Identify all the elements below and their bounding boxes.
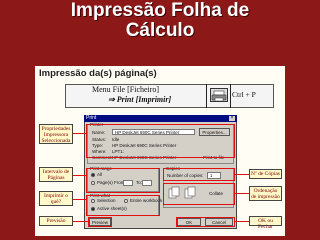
connector-line <box>73 175 86 176</box>
close-icon[interactable]: × <box>229 116 235 121</box>
slide-title-line1: Impressão Folha de <box>70 0 250 21</box>
callout-preview: Previsão <box>39 216 73 226</box>
connector-line <box>235 174 249 175</box>
menu-print-item[interactable]: ⇒ Print [Imprimir] <box>108 95 171 104</box>
dialog-titlebar <box>84 115 237 122</box>
callout-range: Intervalo de Páginas <box>39 167 73 182</box>
dialog-title: Print <box>86 115 97 121</box>
slide-title-line2: Cálculo <box>125 20 195 41</box>
slide-title: Impressão Folha de Cálculo <box>0 1 320 41</box>
connector-line <box>73 199 86 200</box>
connector-line <box>235 221 249 222</box>
printer-icon[interactable] <box>210 88 228 102</box>
highlight-copies <box>163 168 235 181</box>
callout-order: Ordenação de impressão <box>249 186 282 201</box>
divider <box>230 84 231 108</box>
menu-path-text: Menu File [Ficheiro] <box>92 85 160 94</box>
callout-what: Imprimir o quê? <box>39 191 73 206</box>
shortcut-label: Ctrl + P <box>232 90 256 99</box>
connector-line <box>235 193 249 194</box>
highlight-ok <box>176 217 235 227</box>
callout-properties: Propriedades Impressora Seleccionada <box>39 124 73 144</box>
panel-title: Impressão da(s) página(s) <box>39 68 157 79</box>
highlight-order <box>163 183 235 205</box>
connector-line <box>73 221 88 222</box>
connector-line <box>73 133 86 134</box>
highlight-what <box>86 195 160 216</box>
callout-ok-close: OK ou Fechar <box>249 216 282 230</box>
callout-copies: Nº de Cópias <box>249 169 282 179</box>
divider <box>206 84 207 108</box>
highlight-preview <box>88 217 112 227</box>
highlight-printer <box>86 124 235 158</box>
highlight-range <box>86 168 160 193</box>
